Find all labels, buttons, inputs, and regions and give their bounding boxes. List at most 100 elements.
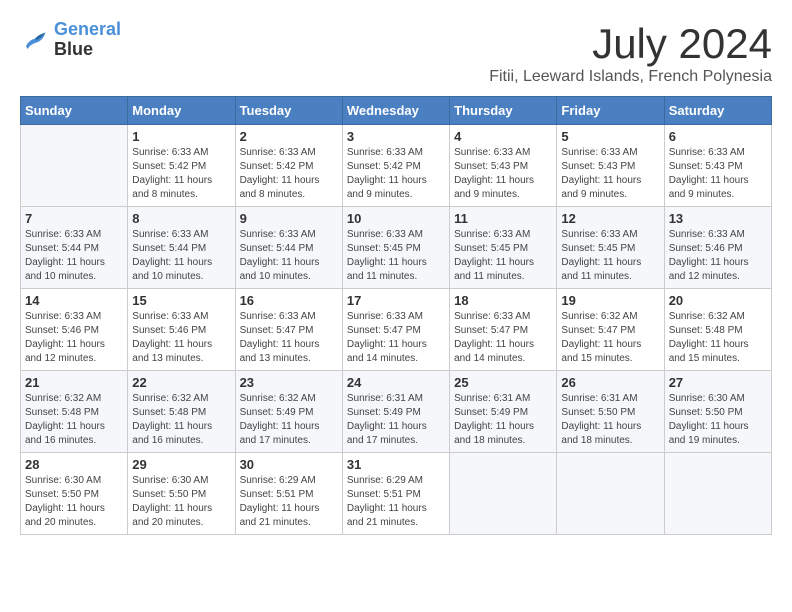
calendar-cell: 30 Sunrise: 6:29 AMSunset: 5:51 PMDayligh… (235, 453, 342, 535)
day-number: 3 (347, 129, 445, 144)
calendar-cell: 9Sunrise: 6:33 AMSunset: 5:44 PMDaylight… (235, 207, 342, 289)
calendar-cell: 12 Sunrise: 6:33 AMSunset: 5:45 PMDayligh… (557, 207, 664, 289)
calendar-cell: 23Sunrise: 6:32 AMSunset: 5:49 PMDayligh… (235, 371, 342, 453)
calendar-cell: 14 Sunrise: 6:33 AMSunset: 5:46 PMDayligh… (21, 289, 128, 371)
weekday-header: Wednesday (342, 97, 449, 125)
day-number: 15 (132, 293, 230, 308)
calendar-cell: 28 Sunrise: 6:30 AMSunset: 5:50 PMDayligh… (21, 453, 128, 535)
day-number: 6 (669, 129, 767, 144)
day-info: Sunrise: 6:33 AMSunset: 5:46 PMDaylight:… (669, 228, 767, 284)
day-info: Sunrise: 6:33 AMSunset: 5:47 PMDaylight:… (454, 310, 552, 366)
day-info: Sunrise: 6:33 AMSunset: 5:43 PMDaylight:… (561, 146, 659, 202)
calendar-cell: 24Sunrise: 6:31 AMSunset: 5:49 PMDayligh… (342, 371, 449, 453)
month-title: July 2024 (489, 20, 772, 68)
day-info: Sunrise: 6:31 AMSunset: 5:50 PMDaylight:… (561, 392, 659, 448)
day-info: Sunrise: 6:33 AMSunset: 5:45 PMDaylight:… (454, 228, 552, 284)
day-info: Sunrise: 6:32 AMSunset: 5:48 PMDaylight:… (132, 392, 230, 448)
calendar-cell: 26 Sunrise: 6:31 AMSunset: 5:50 PMDayligh… (557, 371, 664, 453)
calendar-cell: 1Sunrise: 6:33 AMSunset: 5:42 PMDaylight… (128, 125, 235, 207)
calendar-cell (557, 453, 664, 535)
day-number: 14 (25, 293, 123, 308)
calendar-week-row: 1 Sunrise: 6:33 AMSunset: 5:42 PMDaylight… (21, 125, 772, 207)
day-info: Sunrise: 6:33 AMSunset: 5:43 PMDaylight:… (454, 146, 552, 202)
weekday-header: Monday (128, 97, 235, 125)
page-header: General Blue July 2024 Fitii, Leeward Is… (20, 20, 772, 86)
day-info: Sunrise: 6:33 AMSunset: 5:46 PMDaylight:… (25, 310, 123, 366)
day-info: Sunrise: 6:32 AMSunset: 5:48 PMDaylight:… (25, 392, 123, 448)
day-info: Sunrise: 6:33 AMSunset: 5:47 PMDaylight:… (240, 310, 338, 366)
day-number: 7 (25, 211, 123, 226)
calendar-cell: 19 Sunrise: 6:32 AMSunset: 5:47 PMDayligh… (557, 289, 664, 371)
weekday-header: Friday (557, 97, 664, 125)
calendar-week-row: 21 Sunrise: 6:32 AMSunset: 5:48 PMDayligh… (21, 371, 772, 453)
day-number: 12 (561, 211, 659, 226)
day-info: Sunrise: 6:30 AMSunset: 5:50 PMDaylight:… (25, 474, 123, 530)
day-info: Sunrise: 6:33 AMSunset: 5:43 PMDaylight:… (669, 146, 767, 202)
day-number: 21 (25, 375, 123, 390)
day-number: 31 (347, 457, 445, 472)
day-number: 5 (561, 129, 659, 144)
day-number: 1 (132, 129, 230, 144)
day-info: Sunrise: 6:30 AMSunset: 5:50 PMDaylight:… (669, 392, 767, 448)
calendar-cell: 20 Sunrise: 6:32 AMSunset: 5:48 PMDayligh… (664, 289, 771, 371)
day-number: 23 (240, 375, 338, 390)
weekday-header: Saturday (664, 97, 771, 125)
day-number: 8 (132, 211, 230, 226)
day-number: 20 (669, 293, 767, 308)
day-number: 26 (561, 375, 659, 390)
day-number: 17 (347, 293, 445, 308)
day-info: Sunrise: 6:32 AMSunset: 5:47 PMDaylight:… (561, 310, 659, 366)
day-info: Sunrise: 6:32 AMSunset: 5:48 PMDaylight:… (669, 310, 767, 366)
calendar-cell: 8Sunrise: 6:33 AMSunset: 5:44 PMDaylight… (128, 207, 235, 289)
calendar-cell: 11 Sunrise: 6:33 AMSunset: 5:45 PMDayligh… (450, 207, 557, 289)
day-number: 25 (454, 375, 552, 390)
day-info: Sunrise: 6:33 AMSunset: 5:44 PMDaylight:… (25, 228, 123, 284)
day-number: 28 (25, 457, 123, 472)
calendar-cell: 21 Sunrise: 6:32 AMSunset: 5:48 PMDayligh… (21, 371, 128, 453)
calendar-cell (21, 125, 128, 207)
logo-icon (20, 25, 50, 55)
calendar-cell: 17Sunrise: 6:33 AMSunset: 5:47 PMDayligh… (342, 289, 449, 371)
calendar-cell (664, 453, 771, 535)
calendar-cell: 3 Sunrise: 6:33 AMSunset: 5:42 PMDaylight… (342, 125, 449, 207)
day-number: 2 (240, 129, 338, 144)
calendar-cell: 29 Sunrise: 6:30 AMSunset: 5:50 PMDayligh… (128, 453, 235, 535)
day-info: Sunrise: 6:33 AMSunset: 5:45 PMDaylight:… (347, 228, 445, 284)
calendar-week-row: 14 Sunrise: 6:33 AMSunset: 5:46 PMDayligh… (21, 289, 772, 371)
calendar-cell: 6 Sunrise: 6:33 AMSunset: 5:43 PMDaylight… (664, 125, 771, 207)
calendar-cell: 13 Sunrise: 6:33 AMSunset: 5:46 PMDayligh… (664, 207, 771, 289)
logo-text: General Blue (54, 20, 121, 60)
day-info: Sunrise: 6:33 AMSunset: 5:42 PMDaylight:… (347, 146, 445, 202)
calendar-cell: 7 Sunrise: 6:33 AMSunset: 5:44 PMDaylight… (21, 207, 128, 289)
day-info: Sunrise: 6:33 AMSunset: 5:45 PMDaylight:… (561, 228, 659, 284)
calendar-cell (450, 453, 557, 535)
day-info: Sunrise: 6:30 AMSunset: 5:50 PMDaylight:… (132, 474, 230, 530)
day-info: Sunrise: 6:29 AMSunset: 5:51 PMDaylight:… (240, 474, 338, 530)
calendar-cell: 31 Sunrise: 6:29 AMSunset: 5:51 PMDayligh… (342, 453, 449, 535)
day-number: 16 (240, 293, 338, 308)
day-number: 22 (132, 375, 230, 390)
day-info: Sunrise: 6:33 AMSunset: 5:42 PMDaylight:… (240, 146, 338, 202)
day-number: 19 (561, 293, 659, 308)
calendar-table: SundayMondayTuesdayWednesdayThursdayFrid… (20, 96, 772, 535)
day-number: 18 (454, 293, 552, 308)
day-number: 30 (240, 457, 338, 472)
weekday-header: Tuesday (235, 97, 342, 125)
day-number: 27 (669, 375, 767, 390)
logo: General Blue (20, 20, 121, 60)
day-info: Sunrise: 6:29 AMSunset: 5:51 PMDaylight:… (347, 474, 445, 530)
day-number: 11 (454, 211, 552, 226)
calendar-cell: 16 Sunrise: 6:33 AMSunset: 5:47 PMDayligh… (235, 289, 342, 371)
calendar-cell: 18 Sunrise: 6:33 AMSunset: 5:47 PMDayligh… (450, 289, 557, 371)
day-number: 29 (132, 457, 230, 472)
title-block: July 2024 Fitii, Leeward Islands, French… (489, 20, 772, 86)
calendar-cell: 22 Sunrise: 6:32 AMSunset: 5:48 PMDayligh… (128, 371, 235, 453)
day-info: Sunrise: 6:31 AMSunset: 5:49 PMDaylight:… (347, 392, 445, 448)
day-info: Sunrise: 6:31 AMSunset: 5:49 PMDaylight:… (454, 392, 552, 448)
calendar-cell: 15Sunrise: 6:33 AMSunset: 5:46 PMDayligh… (128, 289, 235, 371)
day-number: 13 (669, 211, 767, 226)
calendar-cell: 5 Sunrise: 6:33 AMSunset: 5:43 PMDaylight… (557, 125, 664, 207)
day-info: Sunrise: 6:33 AMSunset: 5:44 PMDaylight:… (240, 228, 338, 284)
calendar-cell: 10Sunrise: 6:33 AMSunset: 5:45 PMDayligh… (342, 207, 449, 289)
calendar-header-row: SundayMondayTuesdayWednesdayThursdayFrid… (21, 97, 772, 125)
